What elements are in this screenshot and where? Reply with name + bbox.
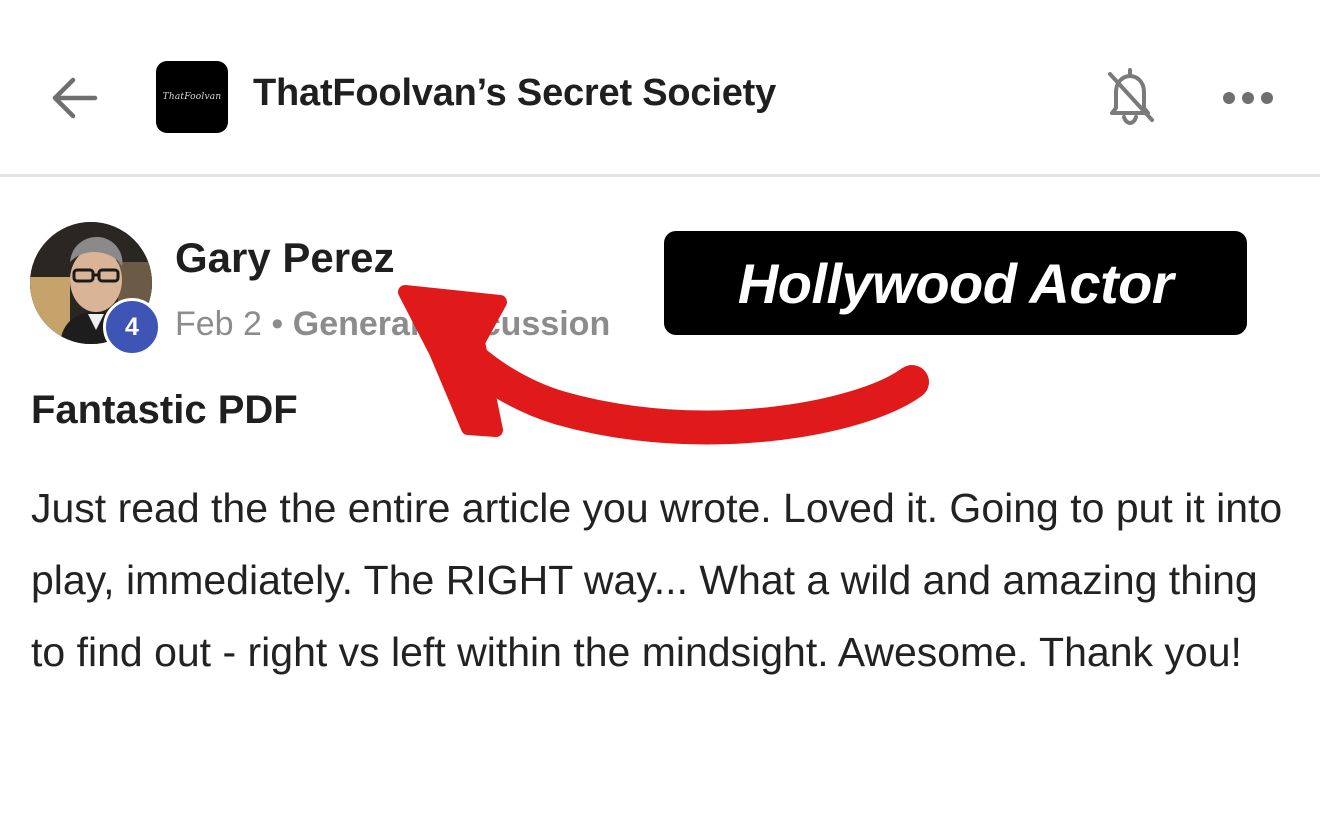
annotation-label: Hollywood Actor [664, 231, 1247, 335]
group-logo[interactable]: ThatFoolvan [156, 61, 228, 133]
more-options-button[interactable] [1216, 78, 1280, 118]
group-title: ThatFoolvan’s Secret Society [253, 72, 777, 114]
page: ThatFoolvan ThatFoolvan’s Secret Society [0, 0, 1320, 814]
meta-separator: • [271, 305, 284, 343]
arrow-shaft [435, 323, 929, 445]
notifications-toggle-button[interactable] [1100, 62, 1160, 128]
post-category[interactable]: General Discussion [293, 305, 610, 343]
level-badge: 4 [103, 298, 161, 356]
annotation-label-text: Hollywood Actor [737, 251, 1174, 315]
back-button[interactable] [44, 68, 104, 128]
bell-off-icon [1108, 68, 1154, 126]
group-logo-text: ThatFoolvan [162, 92, 222, 102]
author-name[interactable]: Gary Perez [175, 234, 394, 282]
post-meta: Feb 2 • General Discussion [175, 305, 610, 344]
arrow-left-icon [52, 77, 98, 119]
post-date: Feb 2 [175, 305, 262, 343]
post-body: Just read the the entire article you wro… [31, 485, 1283, 675]
group-header: ThatFoolvan ThatFoolvan’s Secret Society [0, 0, 1320, 177]
more-horizontal-icon [1223, 92, 1273, 104]
post-title: Fantastic PDF [31, 388, 298, 432]
